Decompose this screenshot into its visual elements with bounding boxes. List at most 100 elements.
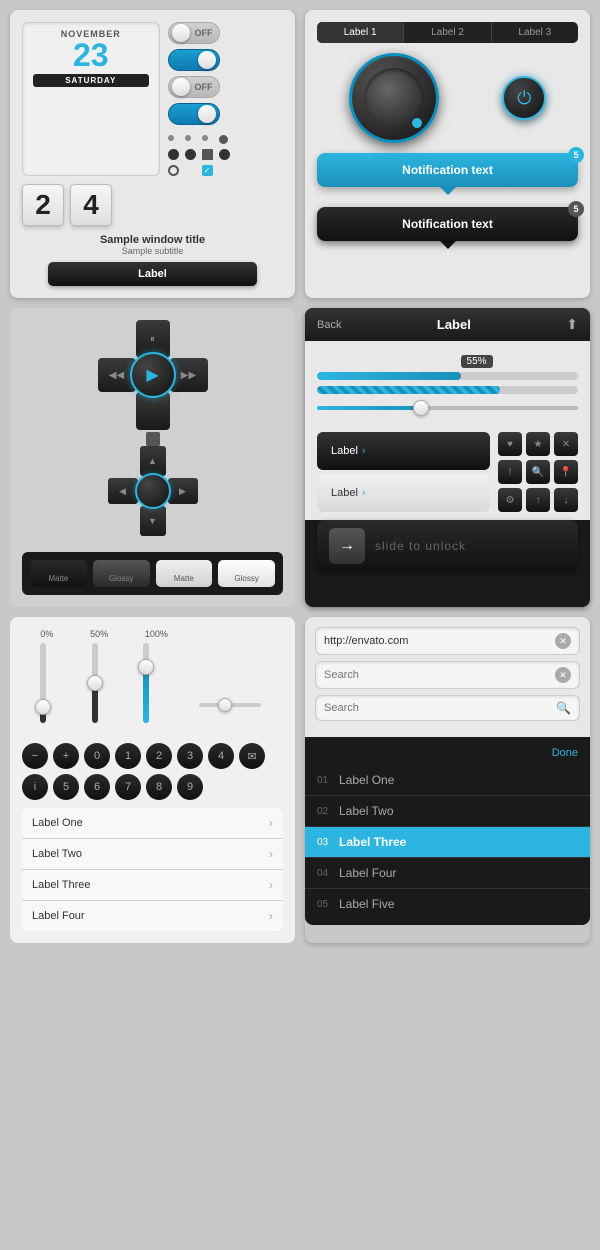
vslider-label-0: 0% bbox=[40, 629, 53, 639]
export-icon[interactable]: ⬆ bbox=[566, 316, 578, 333]
icon-upload[interactable]: ↑ bbox=[526, 488, 550, 512]
done-button[interactable]: Done bbox=[552, 747, 578, 759]
icon-btn-0[interactable]: 0 bbox=[84, 743, 110, 769]
slider-track-1[interactable] bbox=[317, 406, 578, 410]
icon-btn-2[interactable]: 2 bbox=[146, 743, 172, 769]
icon-btn-9[interactable]: 9 bbox=[177, 774, 203, 800]
icon-btn-6[interactable]: 6 bbox=[84, 774, 110, 800]
vslider-track-2[interactable] bbox=[92, 643, 98, 723]
btn-matte-white[interactable]: Matte bbox=[156, 560, 213, 587]
search-clear-1[interactable]: ✕ bbox=[555, 667, 571, 683]
icon-btn-3[interactable]: 3 bbox=[177, 743, 203, 769]
search-input-2[interactable] bbox=[324, 702, 556, 714]
chevron-icon-2: › bbox=[362, 487, 366, 499]
icon-btn-mail[interactable]: ✉ bbox=[239, 743, 265, 769]
dpad-center-play[interactable]: ▶ bbox=[130, 352, 176, 398]
checkbox-checked[interactable]: ✓ bbox=[202, 165, 213, 176]
search-input-1[interactable] bbox=[324, 669, 555, 681]
list-item-text-2: Label Two bbox=[32, 848, 82, 860]
list-chevron-3: › bbox=[269, 878, 273, 892]
icon-pin[interactable]: 📍 bbox=[554, 460, 578, 484]
icon-btn-plus[interactable]: + bbox=[53, 743, 79, 769]
knob-control[interactable] bbox=[349, 53, 439, 143]
toggle-on-1[interactable]: ON bbox=[168, 49, 220, 71]
dark-list-item-5[interactable]: 05 Label Five bbox=[305, 889, 590, 919]
dark-list-num-3: 03 bbox=[317, 837, 339, 848]
dark-list-header: Done bbox=[305, 743, 590, 765]
list-item-1[interactable]: Label One › bbox=[22, 808, 283, 839]
icon-btn-1[interactable]: 1 bbox=[115, 743, 141, 769]
progress-bar-1 bbox=[317, 372, 578, 380]
dark-list-item-4[interactable]: 04 Label Four bbox=[305, 858, 590, 889]
notification-dark: Notification text bbox=[317, 207, 578, 241]
icon-btn-4[interactable]: 4 bbox=[208, 743, 234, 769]
tab-1[interactable]: Label 1 bbox=[317, 22, 404, 43]
toggle-off-1[interactable]: OFF bbox=[168, 22, 220, 44]
toggle-row-1: OFF bbox=[168, 22, 284, 44]
list-item-3[interactable]: Label Three › bbox=[22, 870, 283, 901]
toggle-knob-3 bbox=[172, 78, 190, 96]
dpad2-top[interactable]: ▲ bbox=[140, 446, 166, 476]
vslider-track-1[interactable] bbox=[40, 643, 46, 723]
back-button[interactable]: Back bbox=[317, 319, 341, 331]
btn-glossy-white[interactable]: Glossy bbox=[218, 560, 275, 587]
dark-list-item-3[interactable]: 03 Label Three bbox=[305, 827, 590, 858]
window-title: Sample window title bbox=[22, 234, 283, 246]
list-item-2[interactable]: Label Two › bbox=[22, 839, 283, 870]
toggle-off-2[interactable]: OFF bbox=[168, 76, 220, 98]
slide-arrow[interactable]: → bbox=[329, 528, 365, 564]
tab-3[interactable]: Label 3 bbox=[492, 22, 578, 43]
dark-list-text-2: Label Two bbox=[339, 804, 394, 818]
vslider-thumb-3[interactable] bbox=[138, 659, 154, 675]
toggle-row-3: OFF bbox=[168, 76, 284, 98]
slide-to-unlock[interactable]: → slide to unlock bbox=[317, 520, 578, 572]
icon-x[interactable]: ✕ bbox=[554, 432, 578, 456]
list-item-4[interactable]: Label Four › bbox=[22, 901, 283, 931]
dpad2-left[interactable]: ◀ bbox=[108, 478, 138, 504]
icon-heart[interactable]: ♥ bbox=[498, 432, 522, 456]
button-swatches: Matte Glossy Matte Glossy bbox=[22, 552, 283, 595]
play-icon: ▶ bbox=[146, 365, 158, 385]
vslider-track-3[interactable] bbox=[143, 643, 149, 723]
vslider-thumb-1[interactable] bbox=[35, 699, 51, 715]
panel-vsliders: 0% 50% 100% bbox=[10, 617, 295, 943]
tab-2[interactable]: Label 2 bbox=[404, 22, 491, 43]
dpad2-center[interactable] bbox=[135, 473, 171, 509]
icon-search[interactable]: 🔍 bbox=[526, 460, 550, 484]
icon-exclaim[interactable]: ! bbox=[498, 460, 522, 484]
icon-star[interactable]: ★ bbox=[526, 432, 550, 456]
icon-btn-8[interactable]: 8 bbox=[146, 774, 172, 800]
search-icon: 🔍 bbox=[556, 701, 571, 715]
dark-list-item-1[interactable]: 01 Label One bbox=[305, 765, 590, 796]
header-title: Label bbox=[437, 317, 471, 332]
icon-gear[interactable]: ⚙ bbox=[498, 488, 522, 512]
calendar-widget: NOVEMBER 23 SATURDAY bbox=[22, 22, 160, 176]
dark-list-item-2[interactable]: 02 Label Two bbox=[305, 796, 590, 827]
vslider-thumb-2[interactable] bbox=[87, 675, 103, 691]
dpad2-right[interactable]: ▶ bbox=[168, 478, 198, 504]
notification-blue: Notification text bbox=[317, 153, 578, 187]
action-btn-light-1[interactable]: Label › bbox=[317, 475, 490, 513]
icon-btn-info[interactable]: i bbox=[22, 774, 48, 800]
panel-calendar: NOVEMBER 23 SATURDAY OFF ON bbox=[10, 10, 295, 298]
icon-btn-7[interactable]: 7 bbox=[115, 774, 141, 800]
url-input[interactable] bbox=[324, 635, 555, 647]
label-button[interactable]: Label bbox=[48, 262, 257, 286]
slider-thumb-1[interactable] bbox=[413, 400, 429, 416]
icon-download[interactable]: ↓ bbox=[554, 488, 578, 512]
dpad2-bottom[interactable]: ▼ bbox=[140, 506, 166, 536]
btn-matte-dark[interactable]: Matte bbox=[30, 560, 87, 587]
power-icon: ⏻ bbox=[517, 88, 531, 109]
icon-btn-minus[interactable]: − bbox=[22, 743, 48, 769]
action-btn-dark-1[interactable]: Label › bbox=[317, 432, 490, 470]
url-clear-button[interactable]: ✕ bbox=[555, 633, 571, 649]
power-button[interactable]: ⏻ bbox=[502, 76, 546, 120]
progress-bar-2 bbox=[317, 386, 578, 394]
hslider-track-1[interactable] bbox=[199, 703, 261, 707]
btn-glossy-dark[interactable]: Glossy bbox=[93, 560, 150, 587]
toggle-on-2[interactable]: ON bbox=[168, 103, 220, 125]
notification-dark-wrap: Notification text 5 bbox=[317, 207, 578, 241]
hslider-thumb-1[interactable] bbox=[218, 698, 232, 712]
icon-btn-5[interactable]: 5 bbox=[53, 774, 79, 800]
dot-7 bbox=[219, 149, 230, 160]
